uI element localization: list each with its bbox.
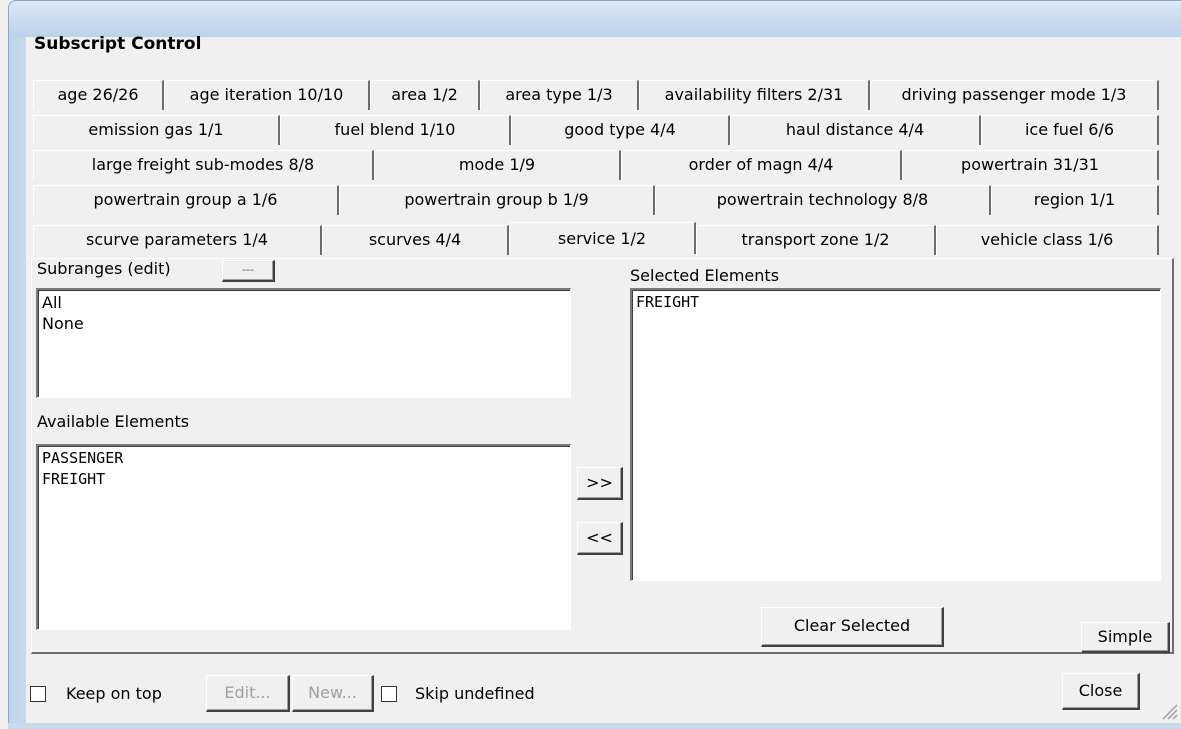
list-item[interactable]: None xyxy=(42,313,566,334)
selected-elements-list[interactable]: FREIGHT xyxy=(630,288,1161,581)
subranges-label: Subranges (edit) xyxy=(37,259,171,278)
tab-powertrain-technology[interactable]: powertrain technology 8/8 xyxy=(655,185,991,215)
window-frame-bottom xyxy=(8,723,1181,729)
tab-vehicle-class[interactable]: vehicle class 1/6 xyxy=(936,225,1159,255)
tab-scurve-parameters[interactable]: scurve parameters 1/4 xyxy=(33,225,322,255)
clear-selected-button[interactable]: Clear Selected xyxy=(761,607,944,647)
tab-availability-filters[interactable]: availability filters 2/31 xyxy=(639,80,870,110)
tab-area[interactable]: area 1/2 xyxy=(370,80,480,110)
tab-powertrain-group-a[interactable]: powertrain group a 1/6 xyxy=(33,185,339,215)
tab-row-5: scurve parameters 1/4 scurves 4/4 servic… xyxy=(33,222,1159,255)
tab-fuel-blend[interactable]: fuel blend 1/10 xyxy=(280,115,511,145)
tab-region[interactable]: region 1/1 xyxy=(991,185,1159,215)
subranges-edit-button[interactable]: --- xyxy=(222,260,275,282)
tab-large-freight-sub-modes[interactable]: large freight sub-modes 8/8 xyxy=(33,150,374,180)
simple-button[interactable]: Simple xyxy=(1081,622,1170,653)
tab-powertrain-group-b[interactable]: powertrain group b 1/9 xyxy=(339,185,655,215)
tab-mode[interactable]: mode 1/9 xyxy=(374,150,621,180)
selected-elements-label: Selected Elements xyxy=(630,266,780,285)
available-elements-label: Available Elements xyxy=(37,412,190,431)
tab-row-2: emission gas 1/1 fuel blend 1/10 good ty… xyxy=(33,115,1159,145)
keep-on-top-checkbox[interactable] xyxy=(30,686,46,702)
keep-on-top-label[interactable]: Keep on top xyxy=(66,684,162,703)
resize-grip-icon[interactable] xyxy=(1157,699,1179,721)
tab-row-1: age 26/26 age iteration 10/10 area 1/2 a… xyxy=(33,80,1159,110)
tab-haul-distance[interactable]: haul distance 4/4 xyxy=(730,115,981,145)
tab-age[interactable]: age 26/26 xyxy=(33,80,164,110)
close-button[interactable]: Close xyxy=(1062,673,1140,710)
tab-ice-fuel[interactable]: ice fuel 6/6 xyxy=(981,115,1159,145)
tab-emission-gas[interactable]: emission gas 1/1 xyxy=(33,115,280,145)
tab-good-type[interactable]: good type 4/4 xyxy=(511,115,730,145)
skip-undefined-checkbox[interactable] xyxy=(381,686,397,702)
tab-powertrain[interactable]: powertrain 31/31 xyxy=(902,150,1159,180)
tab-area-type[interactable]: area type 1/3 xyxy=(480,80,639,110)
list-item[interactable]: PASSENGER xyxy=(42,448,566,469)
tab-scurves[interactable]: scurves 4/4 xyxy=(322,225,509,255)
tab-row-3: large freight sub-modes 8/8 mode 1/9 ord… xyxy=(33,150,1159,180)
dialog-client-area: age 26/26 age iteration 10/10 area 1/2 a… xyxy=(26,62,1181,723)
new-button[interactable]: New... xyxy=(292,675,374,712)
tab-order-of-magn[interactable]: order of magn 4/4 xyxy=(621,150,902,180)
remove-selected-button[interactable]: << xyxy=(577,522,623,555)
edit-button[interactable]: Edit... xyxy=(206,675,290,712)
tab-driving-passenger-mode[interactable]: driving passenger mode 1/3 xyxy=(870,80,1159,110)
title-bar[interactable] xyxy=(8,0,1181,37)
list-item[interactable]: FREIGHT xyxy=(636,292,1156,313)
tab-age-iteration[interactable]: age iteration 10/10 xyxy=(164,80,370,110)
list-item[interactable]: All xyxy=(42,292,566,313)
skip-undefined-label[interactable]: Skip undefined xyxy=(415,684,535,703)
add-selected-button[interactable]: >> xyxy=(577,467,623,500)
window-title: Subscript Control xyxy=(34,34,202,54)
subscript-control-window: Subscript Control age 26/26 age iteratio… xyxy=(0,0,1181,729)
window-frame-left xyxy=(8,37,26,729)
tab-transport-zone[interactable]: transport zone 1/2 xyxy=(696,225,936,255)
subranges-list[interactable]: All None xyxy=(36,288,571,398)
tab-row-4: powertrain group a 1/6 powertrain group … xyxy=(33,185,1159,215)
tab-service[interactable]: service 1/2 xyxy=(509,222,696,254)
list-item[interactable]: FREIGHT xyxy=(42,469,566,490)
available-elements-list[interactable]: PASSENGER FREIGHT xyxy=(36,444,571,630)
